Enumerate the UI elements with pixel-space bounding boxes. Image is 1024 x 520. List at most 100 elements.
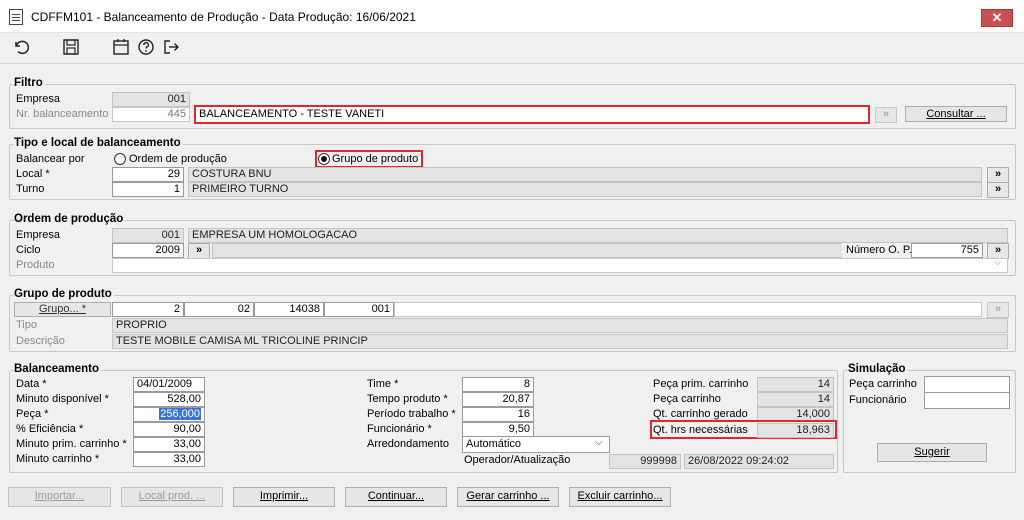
peca-carrinho-label: Peça carrinho [653, 393, 721, 405]
descricao-produto-label: Descrição [16, 335, 65, 347]
ordem-empresa-code: 001 [112, 228, 184, 243]
balanceamento-title: Balanceamento [14, 363, 102, 375]
minuto-prim-carrinho-label: Minuto prim. carrinho * [16, 438, 127, 450]
tempo-produto-label: Tempo produto * [367, 393, 448, 405]
arredondamento-select[interactable]: Automático [462, 436, 610, 453]
radio-ordem-producao[interactable] [114, 153, 126, 165]
sugerir-button[interactable]: Sugerir [877, 443, 987, 462]
eficiencia-field[interactable]: 90,00 [133, 422, 205, 437]
balanceamento-descricao-field[interactable]: BALANCEAMENTO - TESTE VANETI [194, 105, 870, 124]
ciclo-field[interactable]: 2009 [112, 243, 184, 258]
operador-field: 999998 [609, 454, 681, 469]
filtro-empresa-label: Empresa [16, 93, 61, 105]
tipo-produto-field: PROPRIO [112, 318, 1008, 333]
grupo-lookup-button[interactable]: » [987, 302, 1009, 318]
funcionario-label: Funcionário * [367, 423, 432, 435]
app-document-icon [9, 9, 23, 25]
local-name-field: COSTURA BNU [188, 167, 982, 182]
operador-atualizacao-label: Operador/Atualização [464, 454, 571, 466]
peca-label: Peça * [16, 408, 49, 420]
turno-name-field: PRIMEIRO TURNO [188, 182, 982, 197]
save-icon[interactable] [62, 38, 80, 56]
ordem-ciclo-desc-field [212, 243, 842, 258]
sim-funcionario-field[interactable] [924, 392, 1010, 409]
filtro-empresa-field: 001 [112, 92, 190, 107]
local-prod-button[interactable]: Local prod. ... [121, 487, 223, 507]
peca-prim-carrinho-field: 14 [757, 377, 834, 392]
ordem-title: Ordem de produção [14, 213, 126, 225]
importar-button[interactable]: Importar... [8, 487, 111, 507]
help-icon[interactable] [137, 38, 155, 56]
grupo-field-3[interactable]: 14038 [254, 302, 324, 317]
atualizacao-field: 26/08/2022 09:24:02 [684, 454, 834, 469]
minuto-carrinho-field[interactable]: 33,00 [133, 452, 205, 467]
eficiencia-label: % Eficiência * [16, 423, 84, 435]
sim-peca-carrinho-label: Peça carrinho [849, 378, 917, 390]
ordem-empresa-name: EMPRESA UM HOMOLOGACAO [188, 228, 1008, 243]
descricao-produto-field: TESTE MOBILE CAMISA ML TRICOLINE PRINCIP [112, 334, 1008, 349]
grupo-field-4[interactable]: 001 [324, 302, 394, 317]
local-code-field[interactable]: 29 [112, 167, 184, 182]
exit-icon[interactable] [162, 38, 180, 56]
grupo-field-2[interactable]: 02 [184, 302, 254, 317]
data-field[interactable]: 04/01/2009 [133, 377, 205, 392]
ciclo-label: Ciclo [16, 244, 41, 256]
turno-code-field[interactable]: 1 [112, 182, 184, 197]
undo-icon[interactable] [12, 38, 30, 56]
ordem-empresa-label: Empresa [16, 229, 61, 241]
tipo-produto-label: Tipo [16, 319, 37, 331]
nr-balanceamento-label: Nr. balanceamento [16, 108, 109, 120]
peca-carrinho-field: 14 [757, 392, 834, 407]
produto-chevron-down-icon: ⌵ [994, 257, 1002, 268]
balancear-por-label: Balancear por [16, 153, 85, 165]
nr-balanceamento-field[interactable]: 445 [112, 107, 190, 122]
numero-op-field[interactable]: 755 [911, 243, 983, 258]
peca-prim-carrinho-label: Peça prim. carrinho [653, 378, 749, 390]
periodo-trabalho-field[interactable]: 16 [462, 407, 534, 422]
numero-op-label: Número O. P. [846, 244, 912, 256]
qt-hrs-necessarias-field: 18,963 [757, 423, 834, 438]
grupo-description-field [394, 302, 982, 317]
peca-field[interactable]: 256,000 [133, 407, 205, 422]
arredondamento-chevron-down-icon: ⌵ [595, 437, 603, 448]
produto-select[interactable] [112, 258, 1008, 273]
produto-label: Produto [16, 259, 55, 271]
grupo-field-1[interactable]: 2 [112, 302, 184, 317]
minuto-disponivel-field[interactable]: 528,00 [133, 392, 205, 407]
imprimir-button[interactable]: Imprimir... [233, 487, 335, 507]
radio-grupo-label: Grupo de produto [332, 153, 419, 165]
sim-peca-carrinho-field[interactable] [924, 376, 1010, 393]
qt-carrinho-gerado-label: Qt. carrinho gerado [653, 408, 748, 420]
turno-lookup-button[interactable]: » [987, 182, 1009, 198]
calendar-icon[interactable] [112, 38, 130, 56]
grupo-button[interactable]: Grupo... * [14, 302, 111, 317]
time-field[interactable]: 8 [462, 377, 534, 392]
consultar-button[interactable]: Consultar ... [905, 106, 1007, 122]
toolbar-separator [0, 63, 1024, 64]
grupo-title: Grupo de produto [14, 288, 114, 300]
window-title: CDFFM101 - Balanceamento de Produção - D… [31, 10, 416, 24]
tipo-title: Tipo e local de balanceamento [14, 137, 183, 149]
funcionario-field[interactable]: 9,50 [462, 422, 534, 437]
minuto-disponivel-label: Minuto disponível * [16, 393, 109, 405]
minuto-prim-carrinho-field[interactable]: 33,00 [133, 437, 205, 452]
filtro-lookup-button[interactable]: » [875, 107, 897, 123]
local-lookup-button[interactable]: » [987, 167, 1009, 183]
time-label: Time * [367, 378, 399, 390]
filtro-title: Filtro [14, 77, 45, 89]
radio-grupo-produto[interactable] [318, 153, 330, 165]
close-button[interactable]: ✕ [981, 9, 1013, 27]
minuto-carrinho-label: Minuto carrinho * [16, 453, 100, 465]
qt-hrs-necessarias-label: Qt. hrs necessárias [653, 424, 748, 436]
excluir-carrinho-button[interactable]: Excluir carrinho... [569, 487, 671, 507]
ciclo-lookup-button[interactable]: » [188, 243, 210, 259]
gerar-carrinho-button[interactable]: Gerar carrinho ... [457, 487, 559, 507]
arredondamento-label: Arredondamento [367, 438, 449, 450]
turno-label: Turno [16, 183, 45, 195]
radio-ordem-label: Ordem de produção [129, 153, 227, 165]
sim-funcionario-label: Funcionário [849, 394, 907, 406]
tempo-produto-field[interactable]: 20,87 [462, 392, 534, 407]
local-label: Local * [16, 168, 50, 180]
periodo-trabalho-label: Período trabalho * [367, 408, 456, 420]
continuar-button[interactable]: Continuar... [345, 487, 447, 507]
